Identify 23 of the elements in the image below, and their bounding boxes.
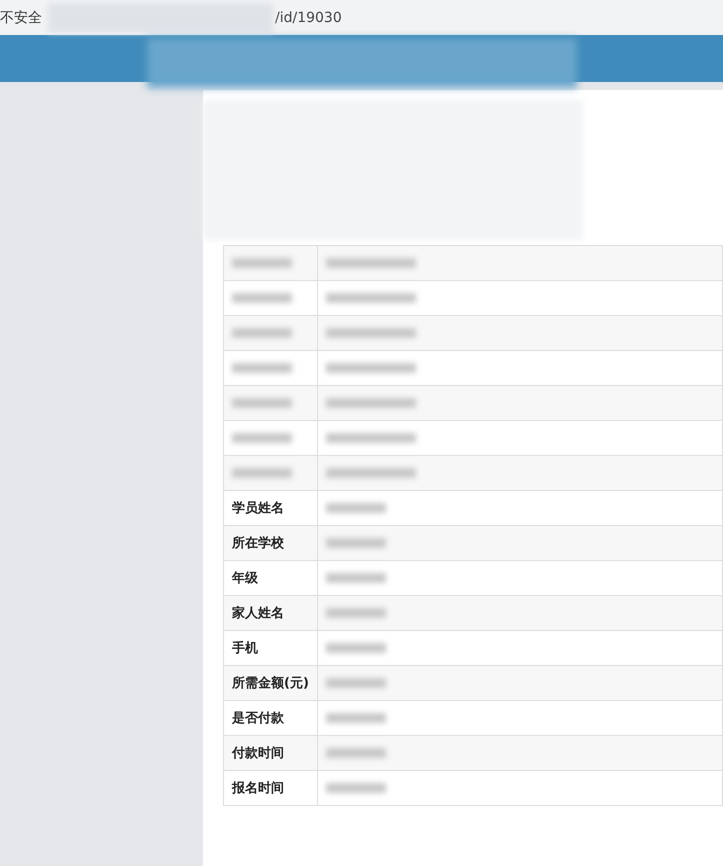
blurred-value bbox=[326, 783, 386, 793]
blurred-value bbox=[326, 678, 386, 688]
blurred-label bbox=[232, 398, 292, 408]
blurred-label bbox=[232, 293, 292, 303]
security-label: 不安全 bbox=[0, 8, 43, 26]
blurred-value bbox=[326, 643, 386, 653]
blurred-value bbox=[326, 713, 386, 723]
url-text: /id/19030 bbox=[275, 10, 342, 26]
blurred-label bbox=[232, 258, 292, 268]
field-label: 报名时间 bbox=[224, 770, 318, 806]
blurred-value bbox=[326, 748, 386, 758]
blurred-value bbox=[326, 573, 386, 583]
field-label: 付款时间 bbox=[224, 736, 318, 770]
blurred-value bbox=[326, 538, 386, 548]
blurred-value bbox=[326, 503, 386, 513]
blurred-label bbox=[232, 433, 292, 443]
blurred-label bbox=[232, 363, 292, 373]
field-label: 家人姓名 bbox=[224, 596, 318, 630]
blurred-label bbox=[232, 468, 292, 478]
field-label: 所在学校 bbox=[224, 526, 318, 560]
field-label: 所需金额(元) bbox=[224, 666, 318, 700]
blurred-value bbox=[326, 608, 386, 618]
blurred-label bbox=[232, 328, 292, 338]
